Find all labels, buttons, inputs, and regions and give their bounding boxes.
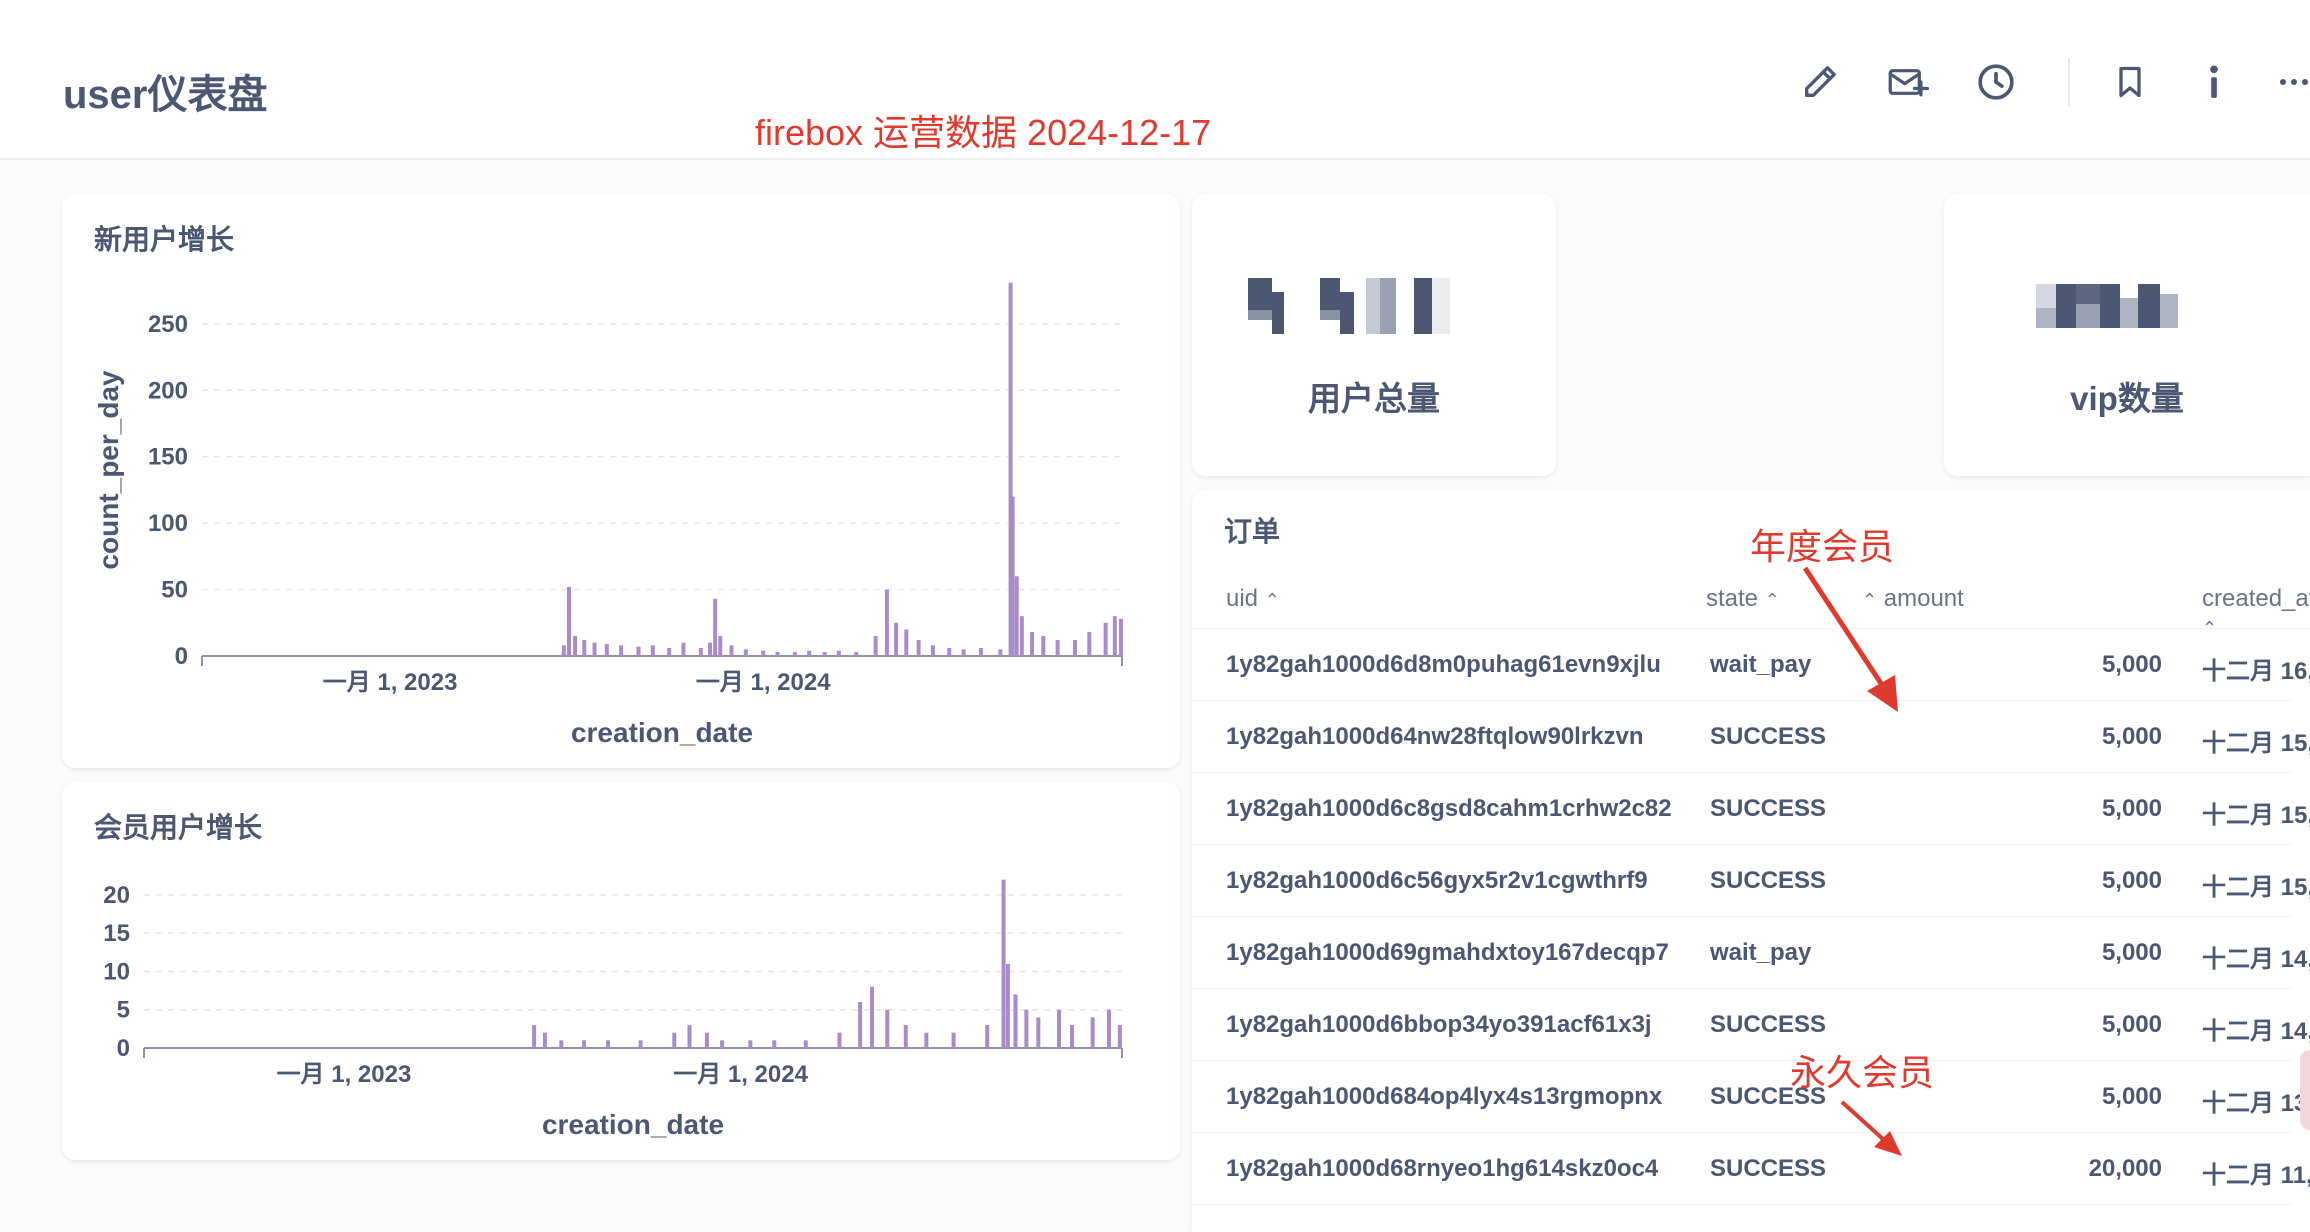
annual-arrowhead (1867, 675, 1898, 712)
annual-arrow-line (1802, 566, 1887, 690)
lifetime-arrow-line (1840, 1100, 1886, 1142)
annotation-arrows (1802, 566, 1902, 1156)
scrollbar-thumb[interactable] (2300, 1050, 2310, 1130)
